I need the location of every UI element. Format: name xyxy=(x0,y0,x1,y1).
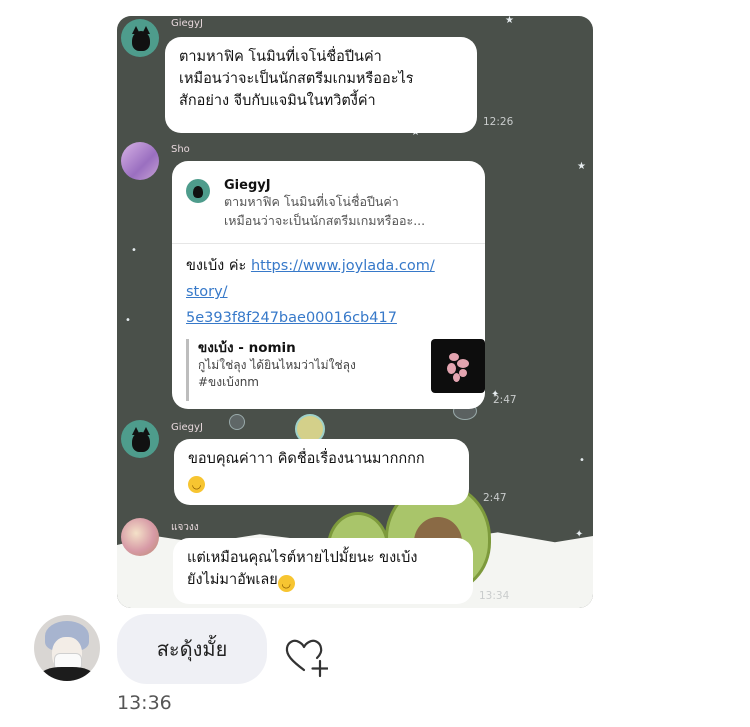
message-prefix: ขงเบ้ง ค่ะ xyxy=(186,258,251,274)
message-bubble[interactable]: ตามหาฟิค โนมินที่เจโน่ชื่อปีนค่า เหมือนว… xyxy=(165,37,477,133)
message-line: สักอย่าง จีบกับแจมินในทวิตงี้ค่า xyxy=(179,93,376,109)
message-time: 13:34 xyxy=(479,590,510,602)
story-link[interactable]: story/ xyxy=(186,279,435,305)
star-decoration: • xyxy=(579,455,585,466)
star-decoration: • xyxy=(131,245,137,256)
preview-title: ขงเบ้ง - nomin xyxy=(198,340,296,356)
message-bubble[interactable]: ขอบคุณค่าาา คิดชื่อเรื่องนานมากกกก ◡ xyxy=(174,439,469,505)
reply-line: เหมือนว่าจะเป็นนักสตรีมเกมหรืออะ... xyxy=(224,213,426,228)
comment-time: 13:36 xyxy=(117,692,172,714)
message-time: 2:47 xyxy=(483,492,507,504)
message-line: ขอบคุณค่าาา คิดชื่อเรื่องนานมากกกก xyxy=(188,451,425,467)
reply-avatar xyxy=(186,179,210,203)
planet-decoration xyxy=(229,414,245,430)
reply-quote[interactable]: GiegyJ ตามหาฟิค โนมินที่เจโน่ชื่อปีนค่า … xyxy=(172,161,485,244)
message-body: ขงเบ้ง ค่ะ https://www.joylada.com/ stor… xyxy=(186,253,435,331)
sender-name: GiegyJ xyxy=(171,18,203,29)
message-line: ขงเบ้ง ค่ะ https://www.joylada.com/ xyxy=(186,253,435,279)
message-line: แต่เหมือนคุณไรต์หายไปมั้ยนะ ขงเบ้ง xyxy=(187,550,418,566)
laughing-emoji-icon: ◡ xyxy=(277,575,295,592)
star-decoration: ★ xyxy=(505,16,514,26)
message-time: 12:26 xyxy=(483,116,514,128)
sender-avatar[interactable] xyxy=(121,420,159,458)
comment-bubble[interactable]: สะดุ้งมั้ย xyxy=(117,614,267,684)
preview-description: กูไม่ใช่ลุง ได้ยินไหมว่าไม่ใช่ลุง xyxy=(198,358,356,372)
heart-plus-icon[interactable] xyxy=(284,636,329,680)
star-decoration: • xyxy=(125,315,131,326)
reply-text: ตามหาฟิค โนมินที่เจโน่ชื่อปีนค่า เหมือนว… xyxy=(224,192,474,230)
message-line: ยังไม่มาอัพเลย xyxy=(187,572,278,588)
story-link[interactable]: 5e393f8f247bae00016cb417 xyxy=(186,305,435,331)
comment-text: สะดุ้งมั้ย xyxy=(156,637,228,661)
sender-name: Sho xyxy=(171,144,190,155)
sender-avatar[interactable] xyxy=(121,518,159,556)
message-bubble[interactable]: แต่เหมือนคุณไรต์หายไปมั้ยนะ ขงเบ้ง ยังไม… xyxy=(173,538,473,604)
sender-name: GiegyJ xyxy=(171,422,203,433)
message-time: 2:47 xyxy=(493,394,517,406)
commenter-avatar[interactable] xyxy=(34,615,100,681)
message-line: เหมือนว่าจะเป็นนักสตรีมเกมหรืออะไร xyxy=(179,71,414,87)
reply-line: ตามหาฟิค โนมินที่เจโน่ชื่อปีนค่า xyxy=(224,194,399,209)
message-line: ตามหาฟิค โนมินที่เจโน่ชื่อปีนค่า xyxy=(179,49,382,65)
reply-message-bubble[interactable]: GiegyJ ตามหาฟิค โนมินที่เจโน่ชื่อปีนค่า … xyxy=(172,161,485,409)
chat-screenshot: ★ ★ • • ✦ • ★ ✦ GiegyJ ตามหาฟิค โนมินที่… xyxy=(117,16,593,608)
sender-name: แจวงง xyxy=(171,522,199,533)
sender-avatar[interactable] xyxy=(121,19,159,57)
sender-avatar[interactable] xyxy=(121,142,159,180)
preview-thumbnail xyxy=(431,339,485,393)
laughing-emoji-icon: ◡ xyxy=(188,476,205,493)
story-link[interactable]: https://www.joylada.com/ xyxy=(251,258,435,274)
preview-description: #ขงเบ้งnm xyxy=(198,375,259,389)
star-decoration: ★ xyxy=(577,161,586,172)
link-preview[interactable]: ขงเบ้ง - nomin กูไม่ใช่ลุง ได้ยินไหมว่าไ… xyxy=(186,339,485,401)
